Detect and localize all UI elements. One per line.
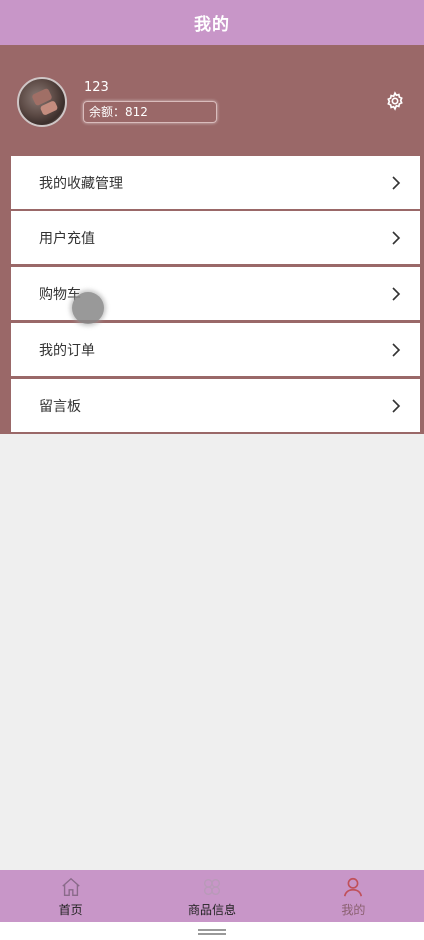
balance-badge: 余额： 812 <box>83 101 217 123</box>
menu-item-label: 留言板 <box>39 398 81 415</box>
chevron-right-icon <box>392 176 401 190</box>
home-indicator <box>0 922 424 940</box>
home-icon <box>61 877 80 896</box>
menu-item-label: 用户充值 <box>39 230 95 247</box>
gear-icon[interactable] <box>385 91 405 111</box>
touch-indicator <box>72 292 104 324</box>
balance-label: 余额： <box>89 105 126 119</box>
menu-item-recharge[interactable]: 用户充值 <box>11 211 420 265</box>
menu-list: 我的收藏管理 用户充值 购物车 我的订单 留言板 <box>0 155 424 434</box>
username: 123 <box>84 80 109 95</box>
balance-value: 812 <box>125 105 148 119</box>
menu-item-favorites[interactable]: 我的收藏管理 <box>11 156 420 210</box>
tab-label: 我的 <box>341 903 366 917</box>
tab-mine[interactable]: 我的 <box>283 870 424 922</box>
chevron-right-icon <box>392 231 401 245</box>
chevron-right-icon <box>392 287 401 301</box>
page-title: 我的 <box>194 15 230 35</box>
menu-item-orders[interactable]: 我的订单 <box>11 323 420 377</box>
menu-item-messages[interactable]: 留言板 <box>11 379 420 433</box>
menu-item-label: 我的收藏管理 <box>39 175 123 192</box>
user-icon <box>344 877 363 897</box>
menu-item-label: 我的订单 <box>39 342 95 359</box>
chevron-right-icon <box>392 343 401 357</box>
tab-products[interactable]: 商品信息 <box>141 870 282 922</box>
tab-label: 首页 <box>58 903 83 917</box>
tab-bar: 首页 商品信息 我的 <box>0 870 424 922</box>
tab-label: 商品信息 <box>187 903 236 917</box>
profile-panel: 123 余额： 812 <box>0 45 424 155</box>
avatar[interactable] <box>17 77 67 127</box>
clover-icon <box>203 878 221 896</box>
top-bar: 我的 <box>0 0 424 45</box>
tab-home[interactable]: 首页 <box>0 870 141 922</box>
chevron-right-icon <box>392 399 401 413</box>
